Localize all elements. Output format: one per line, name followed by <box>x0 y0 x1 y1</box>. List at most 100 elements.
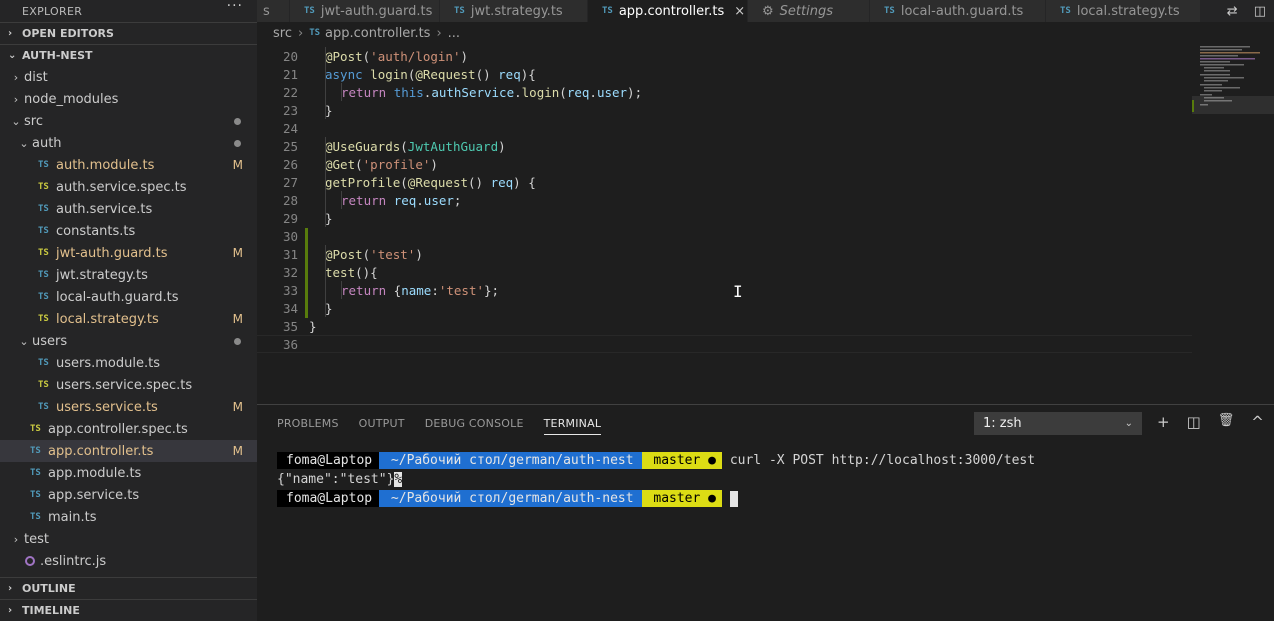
modified-dot-icon <box>234 139 241 147</box>
close-icon[interactable]: × <box>734 4 745 19</box>
tree-item[interactable]: ⌄ users <box>0 330 257 352</box>
prompt-git: master ● <box>641 490 722 507</box>
tab-local-strategy[interactable]: TS local.strategy.ts <box>1046 0 1201 22</box>
split-terminal-icon[interactable]: ◫ <box>1187 413 1201 431</box>
tab-app-controller[interactable]: TS app.controller.ts × <box>588 0 748 22</box>
prompt-git-label: master ● <box>645 491 716 506</box>
tab-jwt-auth-guard[interactable]: TS jwt-auth.guard.ts <box>290 0 440 22</box>
typescript-icon: TS <box>38 226 49 236</box>
typescript-icon: TS <box>30 468 41 478</box>
tree-item[interactable]: TS local.strategy.ts M <box>0 308 257 330</box>
indent-guide <box>325 209 326 227</box>
code-token: @UseGuards <box>325 138 401 154</box>
breadcrumb-folder[interactable]: src <box>273 26 292 41</box>
open-editors-section[interactable]: › OPEN EDITORS <box>0 22 257 44</box>
tab-output[interactable]: OUTPUT <box>359 417 405 430</box>
tree-item[interactable]: TS auth.service.spec.ts <box>0 176 257 198</box>
git-status-badge: M <box>232 444 243 458</box>
code-token: (){ <box>355 264 378 280</box>
indent-guide <box>325 137 326 155</box>
tree-item-label: local.strategy.ts <box>56 311 159 327</box>
code-line: 25 @UseGuards(JwtAuthGuard) <box>257 137 1192 155</box>
tree-item[interactable]: TS auth.service.ts <box>0 198 257 220</box>
breadcrumb-file[interactable]: app.controller.ts <box>325 26 430 41</box>
tree-item-label: app.controller.ts <box>48 443 154 459</box>
tree-item[interactable]: TS app.service.ts <box>0 484 257 506</box>
git-status-badge: M <box>232 246 243 260</box>
tab-problems[interactable]: PROBLEMS <box>277 417 339 430</box>
tree-item-label: users.module.ts <box>56 355 160 371</box>
timeline-label: TIMELINE <box>22 604 80 617</box>
tree-item[interactable]: .eslintrc.js <box>0 550 257 572</box>
prompt-path: ~/Рабочий стол/german/auth-nest <box>379 452 642 469</box>
outline-section[interactable]: › OUTLINE <box>0 577 257 599</box>
tab-jwt-strategy[interactable]: TS jwt.strategy.ts <box>440 0 588 22</box>
tree-item[interactable]: TS app.module.ts <box>0 462 257 484</box>
breadcrumb-symbol[interactable]: ... <box>448 26 460 41</box>
code-token: @Request <box>407 174 469 190</box>
indent-guide <box>325 155 326 173</box>
typescript-icon: TS <box>38 402 49 412</box>
tree-item[interactable]: TS jwt.strategy.ts <box>0 264 257 286</box>
code-token: getProfile <box>325 174 401 190</box>
minimap[interactable] <box>1192 44 1274 114</box>
code-token: test <box>325 264 356 280</box>
line-number: 22 <box>282 84 298 100</box>
tree-item[interactable]: TS app.controller.ts M <box>0 440 257 462</box>
more-actions-icon[interactable]: ··· <box>227 0 243 14</box>
code-token: JwtAuthGuard <box>407 138 499 154</box>
tree-item[interactable]: TS main.ts <box>0 506 257 528</box>
tab-settings[interactable]: ⚙ Settings <box>748 0 870 22</box>
compare-icon[interactable]: ⇄ <box>1227 4 1238 19</box>
chevron-down-icon: ⌄ <box>19 334 29 348</box>
tree-item[interactable]: TS app.controller.spec.ts <box>0 418 257 440</box>
tree-item[interactable]: TS jwt-auth.guard.ts M <box>0 242 257 264</box>
prompt-path: ~/Рабочий стол/german/auth-nest <box>379 490 642 507</box>
code-token: ) <box>498 138 506 154</box>
terminal-select[interactable]: 1: zsh ⌄ <box>974 412 1142 435</box>
tree-item[interactable]: TS constants.ts <box>0 220 257 242</box>
tree-item-label: jwt-auth.guard.ts <box>56 245 168 261</box>
tree-item[interactable]: › dist <box>0 66 257 88</box>
prompt-git-label: master ● <box>645 453 716 468</box>
code-token: 'test' <box>370 246 416 262</box>
tree-item[interactable]: TS local-auth.guard.ts <box>0 286 257 308</box>
tree-item[interactable]: › node_modules <box>0 88 257 110</box>
indent-guide <box>341 83 342 101</box>
tree-item[interactable]: › test <box>0 528 257 550</box>
code-token: user <box>423 192 454 208</box>
code-token: ) <box>415 246 423 262</box>
code-editor[interactable]: 20 @Post('auth/login') 21 async login(@Requ… <box>257 44 1274 404</box>
code-token: ){ <box>520 66 536 82</box>
timeline-section[interactable]: › TIMELINE <box>0 599 257 621</box>
tab-terminal[interactable]: TERMINAL <box>543 417 602 435</box>
code-token: @Post <box>325 246 363 262</box>
tree-item-label: app.module.ts <box>48 465 142 481</box>
tab-local-auth-guard[interactable]: TS local-auth.guard.ts <box>870 0 1046 22</box>
indent-guide <box>341 191 342 209</box>
tab-debug-console[interactable]: DEBUG CONSOLE <box>425 417 524 430</box>
tree-item[interactable]: TS users.module.ts <box>0 352 257 374</box>
project-section[interactable]: ⌄ AUTH-NEST <box>0 44 257 66</box>
code-line: 24 <box>257 119 1192 137</box>
tree-item-label: users.service.ts <box>56 399 158 415</box>
maximize-panel-icon[interactable]: ^ <box>1251 413 1264 431</box>
tree-item[interactable]: TS auth.module.ts M <box>0 154 257 176</box>
tree-item[interactable]: TS users.service.spec.ts <box>0 374 257 396</box>
trash-icon[interactable]: 🗑 <box>1218 413 1235 431</box>
prompt-user: foma@Laptop <box>277 490 380 507</box>
terminal-output[interactable]: foma@Laptop ~/Рабочий стол/german/auth-n… <box>277 451 1035 508</box>
split-editor-icon[interactable]: ◫ <box>1254 4 1266 19</box>
tree-item-label: auth.module.ts <box>56 157 155 173</box>
tree-item[interactable]: ⌄ auth <box>0 132 257 154</box>
tree-item[interactable]: TS users.service.ts M <box>0 396 257 418</box>
line-number: 36 <box>282 336 298 352</box>
tab-partial[interactable]: s <box>257 0 290 22</box>
tree-item[interactable]: ⌄ src <box>0 110 257 132</box>
chevron-right-icon: › <box>8 605 13 616</box>
add-terminal-icon[interactable]: + <box>1157 413 1170 431</box>
indent-guide <box>325 83 326 101</box>
typescript-icon: TS <box>30 446 41 456</box>
text-cursor-icon: Ι <box>733 282 743 301</box>
